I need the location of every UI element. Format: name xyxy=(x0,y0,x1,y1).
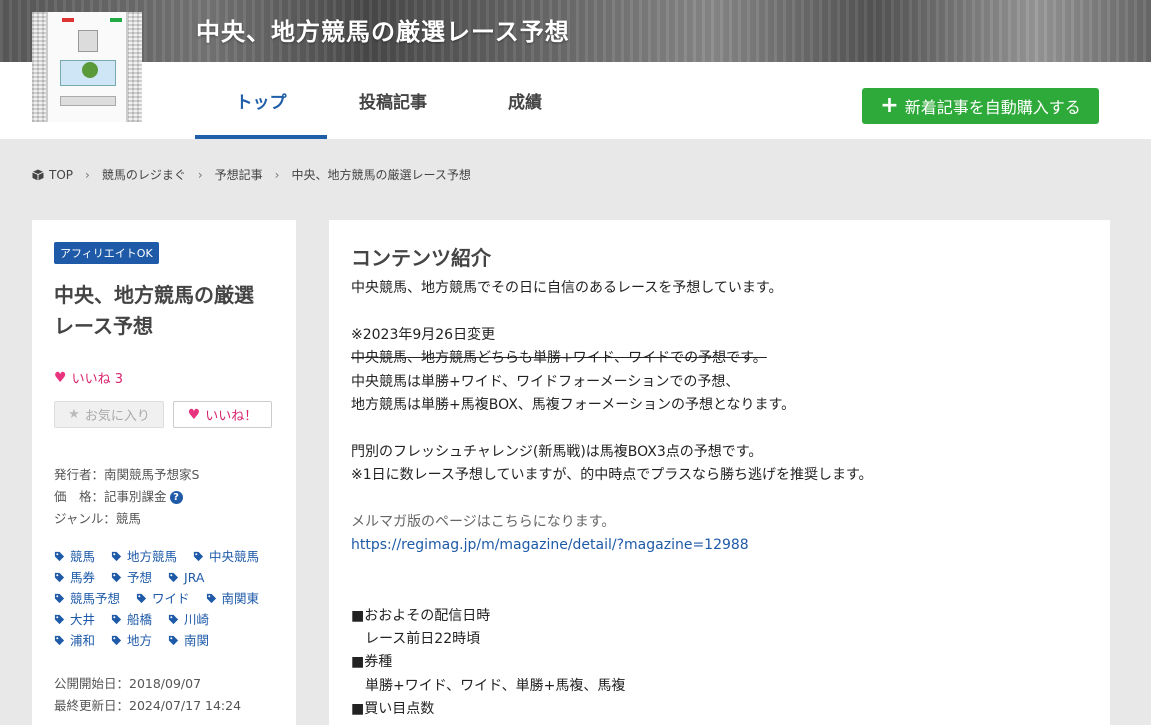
tag-label: ワイド xyxy=(152,591,190,606)
tag-icon xyxy=(168,635,179,646)
tag-link[interactable]: 地方 xyxy=(111,630,152,651)
tag-link[interactable]: 中央競馬 xyxy=(193,546,259,567)
tag-icon xyxy=(206,593,216,604)
tag-row: 競馬予想 ワイド 南関東 xyxy=(54,588,274,609)
tag-row: 浦和 地方 南関 xyxy=(54,630,274,651)
like-count: ♥ いいね 3 xyxy=(54,369,123,388)
auto-purchase-button[interactable]: + 新着記事を自動購入する xyxy=(862,88,1099,124)
affiliate-badge: アフィリエイトOK xyxy=(54,242,159,264)
chevron-right-icon: › xyxy=(85,167,90,182)
breadcrumb-regimag[interactable]: 競馬のレジまぐ xyxy=(102,166,186,183)
tag-link[interactable]: 船橋 xyxy=(111,609,152,630)
tab-results[interactable]: 成績 xyxy=(459,62,591,139)
tag-icon xyxy=(168,614,179,625)
publisher[interactable]: 発行者：南関競馬予想家S xyxy=(54,464,274,486)
tag-label: 船橋 xyxy=(127,612,153,627)
tag-label: 中央競馬 xyxy=(209,549,260,564)
heart-icon: ♥ xyxy=(187,406,201,423)
like-button[interactable]: ♥ いいね！ xyxy=(173,401,272,428)
magazine-dates: 公開開始日：2018/09/07 最終更新日：2024/07/17 14:24 xyxy=(54,673,274,717)
tag-label: 浦和 xyxy=(70,633,96,648)
ticket-machine-illustration xyxy=(46,12,128,122)
tag-label: 地方競馬 xyxy=(127,549,178,564)
magazine-sidebar: アフィリエイトOK 中央、地方競馬の厳選 レース予想 ♥ いいね 3 ★ お気に… xyxy=(32,220,296,725)
magazine-title: 中央、地方競馬の厳選 レース予想 xyxy=(54,283,254,338)
breadcrumb-current: 中央、地方競馬の厳選レース予想 xyxy=(291,168,471,182)
favorite-button[interactable]: ★ お気に入り xyxy=(54,401,164,428)
breadcrumb-articles[interactable]: 予想記事 xyxy=(215,166,263,183)
tag-link[interactable]: 浦和 xyxy=(54,630,95,651)
box-icon xyxy=(32,169,44,180)
tag-icon xyxy=(54,635,65,646)
start-date: 公開開始日：2018/09/07 xyxy=(54,676,202,691)
tag-icon xyxy=(111,572,122,583)
tab-posts[interactable]: 投稿記事 xyxy=(327,62,459,139)
tag-link[interactable]: 大井 xyxy=(54,609,95,630)
plus-icon: + xyxy=(880,93,899,118)
tag-label: 競馬予想 xyxy=(70,591,121,606)
tag-link[interactable]: 地方競馬 xyxy=(111,546,177,567)
tag-row: 競馬 地方競馬 中央競馬 xyxy=(54,546,274,567)
tag-row: 馬券 予想 JRA xyxy=(54,567,274,588)
heart-icon: ♥ xyxy=(54,369,67,386)
tag-label: 大井 xyxy=(70,612,96,627)
tag-icon xyxy=(111,635,122,646)
tag-icon xyxy=(54,572,65,583)
tag-icon xyxy=(136,593,147,604)
update-date: 最終更新日：2024/07/17 14:24 xyxy=(54,698,242,713)
tag-icon xyxy=(168,572,179,583)
tag-list: 競馬 地方競馬 中央競馬馬券 予想 JRA 競馬予想 ワイド 南関東大井 船橋 川崎浦和 地方 南関 xyxy=(54,546,274,651)
tag-link[interactable]: 川崎 xyxy=(168,609,209,630)
tag-icon xyxy=(111,614,122,625)
price-row: 価 格：記事別課金? xyxy=(54,486,274,508)
header-banner xyxy=(0,0,1151,62)
action-buttons: ★ お気に入り ♥ いいね！ xyxy=(54,401,274,428)
tag-link[interactable]: 予想 xyxy=(111,567,152,588)
tag-label: 予想 xyxy=(127,570,153,585)
tag-icon xyxy=(193,551,204,562)
tag-link[interactable]: 競馬 xyxy=(54,546,95,567)
tag-link[interactable]: 南関東 xyxy=(206,588,260,609)
tag-link[interactable]: 競馬予想 xyxy=(54,588,120,609)
content-heading: コンテンツ紹介 xyxy=(351,246,491,270)
magazine-link[interactable]: https://regimag.jp/m/magazine/detail/?ma… xyxy=(351,537,749,553)
tab-top[interactable]: トップ xyxy=(195,62,327,139)
breadcrumb-top[interactable]: TOP xyxy=(49,168,73,182)
auto-purchase-label: 新着記事を自動購入する xyxy=(904,98,1081,117)
tag-link[interactable]: 南関 xyxy=(168,630,209,651)
tag-link[interactable]: 馬券 xyxy=(54,567,95,588)
tag-icon xyxy=(54,614,65,625)
tag-label: 川崎 xyxy=(184,612,210,627)
chevron-right-icon: › xyxy=(197,167,203,182)
tag-link[interactable]: JRA xyxy=(168,567,204,588)
content-body: 中央競馬、地方競馬でその日に自信のあるレースを予想しています。 ※2023年9月… xyxy=(351,280,873,718)
tag-icon xyxy=(54,593,65,604)
tag-label: 馬券 xyxy=(70,570,96,585)
main-nav: トップ 投稿記事 成績 xyxy=(195,62,591,139)
magazine-logo[interactable] xyxy=(32,12,142,122)
tag-icon xyxy=(54,551,65,562)
tag-label: 南関東 xyxy=(221,591,260,606)
tag-label: JRA xyxy=(184,570,205,585)
content-panel: コンテンツ紹介 中央競馬、地方競馬でその日に自信のあるレースを予想しています。 … xyxy=(329,220,1110,725)
tag-label: 地方 xyxy=(127,633,153,648)
magazine-meta: 発行者：南関競馬予想家S 価 格：記事別課金? ジャンル：競馬 xyxy=(54,464,274,530)
tag-link[interactable]: ワイド xyxy=(136,588,190,609)
site-title[interactable]: 中央、地方競馬の厳選レース予想 xyxy=(196,12,570,47)
chevron-right-icon: › xyxy=(274,167,280,182)
help-icon[interactable]: ? xyxy=(169,491,183,504)
tag-label: 競馬 xyxy=(70,549,96,564)
tag-icon xyxy=(111,551,122,562)
site-header: 中央、地方競馬の厳選レース予想 トップ 投稿記事 成績 + 新着記事を自動購入す… xyxy=(0,0,1151,139)
genre: ジャンル：競馬 xyxy=(54,511,141,526)
tag-label: 南関 xyxy=(184,633,210,648)
tag-row: 大井 船橋 川崎 xyxy=(54,609,274,630)
breadcrumb: TOP › 競馬のレジまぐ › 予想記事 › 中央、地方競馬の厳選レース予想 xyxy=(32,166,471,183)
star-icon: ★ xyxy=(68,407,80,422)
